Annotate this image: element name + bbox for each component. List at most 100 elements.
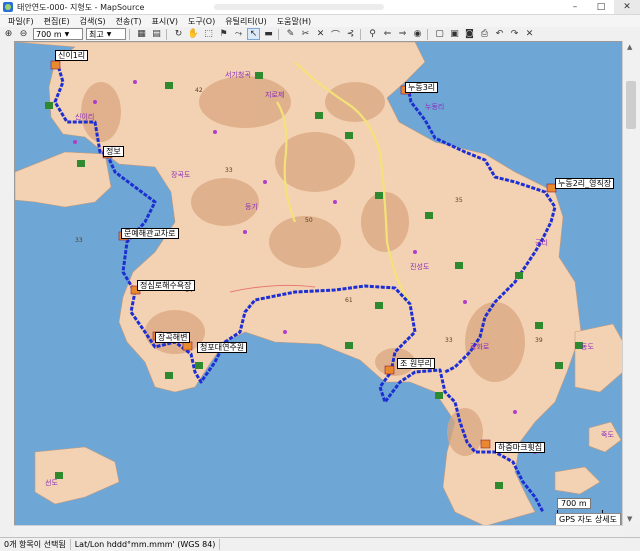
minimize-icon[interactable]: – — [562, 0, 588, 14]
waypoint-callout[interactable]: 신이1리 — [55, 50, 89, 61]
new-file-icon[interactable]: ▢ — [433, 28, 446, 40]
lines-icon[interactable]: ⊰ — [344, 28, 357, 40]
hand-tool-icon[interactable]: ✋ — [187, 28, 200, 40]
waypoint-callout[interactable]: 정심로해수욕장 — [137, 280, 195, 291]
place-label: 궁리 — [535, 239, 548, 247]
measure-tool-icon[interactable]: ▬ — [262, 28, 275, 40]
toolbar-separator — [360, 28, 361, 40]
place-label: 죽도 — [601, 431, 614, 439]
east-island-shape — [574, 323, 623, 393]
waypoint-callout[interactable]: 하중마크휫집 — [495, 442, 546, 453]
svg-text:33: 33 — [445, 337, 453, 344]
place-label: 선도 — [45, 479, 58, 487]
vertical-scrollbar[interactable]: ▲ ▼ — [622, 41, 640, 525]
pointer-tool-icon[interactable]: ↖ — [247, 28, 260, 40]
place-label: 등기 — [245, 203, 258, 211]
waypoint-callout[interactable]: 누동3리 — [405, 82, 439, 93]
app-icon — [3, 2, 13, 12]
svg-text:39: 39 — [535, 337, 543, 344]
menu-edit[interactable]: 편집(E) — [42, 16, 72, 27]
menu-search[interactable]: 검색(S) — [78, 16, 108, 27]
window-controls: – □ ✕ — [562, 0, 640, 14]
svg-text:42: 42 — [195, 87, 203, 94]
waypoint-callout[interactable]: 청포대연주원 — [197, 342, 248, 353]
save-file-icon[interactable]: ◙ — [463, 28, 476, 40]
toolbar-separator — [427, 28, 428, 40]
window-title: 태안연도-000- 지형도 - MapSource — [17, 2, 145, 12]
scroll-thumb[interactable] — [626, 81, 636, 129]
waypoint-callout[interactable]: 조 원부리 — [397, 358, 435, 369]
undo-icon[interactable]: ↶ — [493, 28, 506, 40]
place-label: 장곡도 — [171, 171, 191, 179]
delete-icon[interactable]: ✕ — [523, 28, 536, 40]
left-gutter — [0, 41, 14, 525]
toolbar-separator — [166, 28, 167, 40]
map-view[interactable]: 423350 643361 333539 서기청곡 지로제 신이리 등기 장곡도… — [14, 41, 623, 526]
open-file-icon[interactable]: ▣ — [448, 28, 461, 40]
route-tool-icon[interactable]: ⤳ — [232, 28, 245, 40]
west-peninsula-shape — [15, 151, 112, 208]
menu-tools[interactable]: 도구(O) — [186, 16, 217, 27]
redo-icon[interactable]: ↷ — [508, 28, 521, 40]
waypoint-tool-icon[interactable]: ⚑ — [217, 28, 230, 40]
place-label: 진성도 — [410, 263, 430, 271]
svg-text:50: 50 — [305, 217, 313, 224]
title-bar-blur — [214, 4, 385, 10]
maximize-icon[interactable]: □ — [588, 0, 614, 14]
tracks-icon[interactable]: ✂ — [299, 28, 312, 40]
map-products-icon[interactable]: ▦ — [135, 28, 148, 40]
receive-icon[interactable]: ⇐ — [381, 28, 394, 40]
find-places-icon[interactable]: ✎ — [284, 28, 297, 40]
menu-bar: 파일(F) 편집(E) 검색(S) 전송(T) 표시(V) 도구(O) 유틸리티… — [0, 15, 640, 27]
toolbar: ⊕ ⊖ 700 m ▼ 최고 ▼ ▦ ▤ ↻ ✋ ⬚ ⚑ ⤳ ↖ ▬ ✎ ✂ ✕… — [0, 27, 640, 42]
gps-icon[interactable]: ◉ — [411, 28, 424, 40]
place-label: 누동리 — [425, 103, 445, 111]
svg-text:35: 35 — [455, 197, 463, 204]
svg-text:33: 33 — [225, 167, 233, 174]
waypoint-callout[interactable]: 장곡해변 — [155, 332, 191, 343]
zoom-tool-icon[interactable]: ↻ — [172, 28, 185, 40]
waypoint-callout[interactable]: 정보 — [103, 146, 124, 157]
detail-level-value: 최고 — [89, 29, 104, 39]
scale-text: 700 m — [557, 498, 591, 509]
menu-utilities[interactable]: 유틸리티(U) — [223, 16, 269, 27]
southwest-island-shape — [34, 446, 120, 505]
zoom-in-icon[interactable]: ⊕ — [2, 28, 15, 40]
title-bar: 태안연도-000- 지형도 - MapSource – □ ✕ — [0, 0, 640, 15]
toolbar-separator — [129, 28, 130, 40]
svg-text:33: 33 — [75, 237, 83, 244]
print-icon[interactable]: ⎙ — [478, 28, 491, 40]
chevron-down-icon: ▼ — [64, 30, 70, 38]
selection-status: 0개 항목이 선택됨 — [0, 539, 71, 550]
small-island-shape — [554, 466, 601, 495]
scroll-up-icon[interactable]: ▲ — [627, 43, 632, 51]
menu-transfer[interactable]: 전송(T) — [114, 16, 144, 27]
place-label: 동도 — [581, 343, 594, 351]
place-label: 신이리 — [75, 113, 95, 121]
waypoint-callout[interactable]: 문예해관교차로 — [121, 228, 179, 239]
send-icon[interactable]: ⇒ — [396, 28, 409, 40]
place-label: 광화로 — [470, 343, 490, 351]
select-tool-icon[interactable]: ⬚ — [202, 28, 215, 40]
detail-level-select[interactable]: 최고 ▼ — [86, 28, 126, 40]
zoom-scale-select[interactable]: 700 m ▼ — [33, 28, 83, 40]
map-sets-icon[interactable]: ▤ — [150, 28, 163, 40]
svg-text:61: 61 — [345, 297, 353, 304]
find-icon[interactable]: ⚲ — [366, 28, 379, 40]
scroll-down-icon[interactable]: ▼ — [627, 515, 632, 523]
place-label: 서기청곡 — [225, 71, 251, 79]
map-canvas: 423350 643361 333539 — [15, 42, 623, 526]
menu-view[interactable]: 표시(V) — [150, 16, 180, 27]
menu-help[interactable]: 도움말(H) — [275, 16, 313, 27]
track-tool-icon[interactable]: ✕ — [314, 28, 327, 40]
zoom-scale-value: 700 m — [36, 29, 62, 39]
toolbar-separator — [278, 28, 279, 40]
close-icon[interactable]: ✕ — [614, 0, 640, 14]
coordinate-format: Lat/Lon hddd°mm.mmm' (WGS 84) — [71, 539, 221, 550]
waypoint-callout[interactable]: 누동2리_영직장 — [555, 178, 615, 189]
status-bar: 0개 항목이 선택됨 Lat/Lon hddd°mm.mmm' (WGS 84) — [0, 537, 640, 551]
routes-icon[interactable]: ⌒ — [329, 28, 342, 41]
menu-file[interactable]: 파일(F) — [6, 16, 36, 27]
map-scale-bar: 700 m — [557, 498, 603, 514]
zoom-out-icon[interactable]: ⊖ — [17, 28, 30, 40]
